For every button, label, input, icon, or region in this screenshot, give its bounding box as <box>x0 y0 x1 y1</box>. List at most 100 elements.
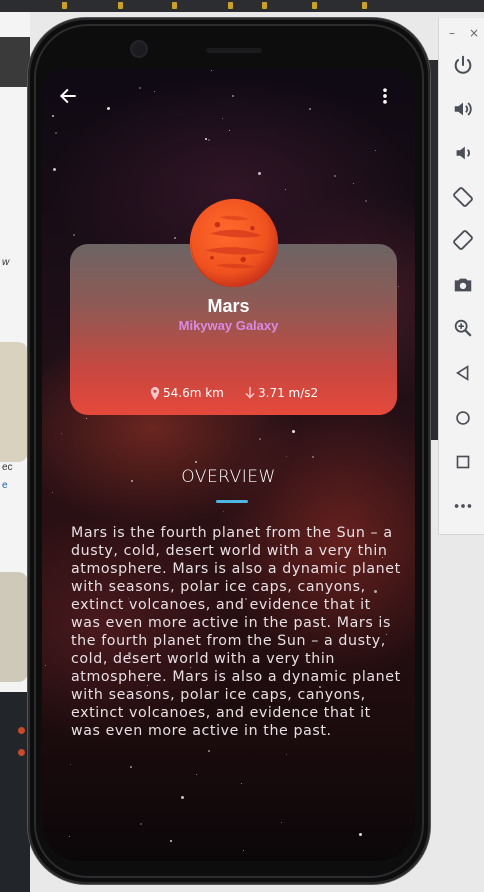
host-dark-panel <box>0 692 30 892</box>
rotate-right-button[interactable] <box>452 229 474 251</box>
star <box>365 200 367 202</box>
star <box>309 108 311 110</box>
star <box>53 168 56 171</box>
star <box>107 107 110 110</box>
galaxy-name: Mikyway Galaxy <box>178 318 279 333</box>
host-taskbar-marker <box>312 2 317 9</box>
star <box>292 430 295 433</box>
star <box>232 95 234 97</box>
starfield <box>42 68 415 861</box>
planet-description: Mars is the fourth planet from the Sun –… <box>71 525 401 739</box>
host-dot <box>18 749 25 756</box>
section-underline <box>216 500 248 503</box>
home-button[interactable] <box>452 407 474 429</box>
star <box>281 822 282 823</box>
host-dark-block <box>0 37 30 87</box>
close-icon[interactable]: × <box>469 26 479 40</box>
star <box>205 138 207 140</box>
star <box>222 118 223 119</box>
more-horizontal-icon <box>454 504 472 508</box>
host-illustration <box>0 572 28 682</box>
power-icon <box>454 55 472 74</box>
host-taskbar-marker <box>262 2 267 9</box>
volume-down-button[interactable] <box>452 142 474 164</box>
star <box>73 234 75 236</box>
location-pin-icon <box>150 386 160 400</box>
front-camera <box>132 42 146 56</box>
star <box>61 433 62 434</box>
distance-stat: 54.6m km <box>150 386 224 400</box>
minimize-icon[interactable]: – <box>449 26 455 40</box>
more-vertical-icon <box>383 88 387 104</box>
star <box>353 183 354 184</box>
host-background-window: w ec e he ck <box>0 12 30 892</box>
power-button[interactable] <box>452 54 474 76</box>
star <box>334 175 336 177</box>
star <box>286 456 287 457</box>
host-taskbar <box>0 0 484 12</box>
overflow-menu-button[interactable] <box>378 86 392 110</box>
star <box>229 130 230 131</box>
star <box>243 850 244 851</box>
host-taskbar-marker <box>118 2 123 9</box>
star <box>195 461 197 463</box>
overview-button[interactable] <box>452 451 474 473</box>
star <box>208 139 210 141</box>
host-taskbar-marker <box>62 2 67 9</box>
gravity-stat: 3.71 m/s2 <box>245 386 318 400</box>
star <box>286 754 287 755</box>
host-taskbar-marker <box>228 2 233 9</box>
star <box>285 189 286 190</box>
arrow-left-icon <box>59 88 76 104</box>
back-button[interactable] <box>58 86 78 110</box>
volume-down-icon <box>456 146 470 160</box>
host-link-snippet[interactable]: e <box>2 480 8 491</box>
star <box>86 418 87 419</box>
star <box>223 511 224 512</box>
star <box>196 774 197 775</box>
star <box>130 766 132 768</box>
earpiece-speaker <box>206 48 262 53</box>
emulator-toolbar: – × <box>438 18 484 535</box>
gravity-value: 3.71 m/s2 <box>258 386 319 400</box>
host-dot <box>18 727 25 734</box>
more-button[interactable] <box>452 495 474 517</box>
camera-icon <box>454 278 472 292</box>
host-snippet: ec <box>2 462 13 473</box>
star <box>45 665 46 666</box>
star <box>140 823 142 825</box>
planet-name: Mars <box>207 296 250 316</box>
volume-up-button[interactable] <box>452 98 474 120</box>
zoom-icon <box>454 319 472 337</box>
star <box>241 783 242 784</box>
star <box>52 492 53 493</box>
arrow-down-icon <box>245 387 255 399</box>
star <box>398 286 399 287</box>
star <box>375 150 376 151</box>
star <box>181 796 184 799</box>
star <box>259 438 261 440</box>
distance-value: 54.6m km <box>163 386 224 400</box>
star <box>312 456 314 458</box>
back-button[interactable] <box>452 362 474 384</box>
circle-home-icon <box>456 411 470 425</box>
star <box>139 87 141 89</box>
square-overview-icon <box>456 455 470 469</box>
mars-planet-image <box>189 198 279 288</box>
star <box>55 132 57 134</box>
host-illustration <box>0 342 28 462</box>
app-screen: Mars Mikyway Galaxy 54.6m km 3.71 m/s2 O… <box>42 68 415 861</box>
host-taskbar-marker <box>172 2 177 9</box>
host-snippet: w <box>2 257 10 268</box>
triangle-back-icon <box>455 365 469 381</box>
star <box>208 750 210 752</box>
zoom-button[interactable] <box>452 317 474 339</box>
star <box>170 840 172 842</box>
star <box>174 237 176 239</box>
screenshot-button[interactable] <box>452 274 474 296</box>
star <box>70 764 71 765</box>
star <box>258 172 261 175</box>
rotate-left-button[interactable] <box>452 186 474 208</box>
star <box>69 836 70 837</box>
volume-up-icon <box>454 102 472 116</box>
